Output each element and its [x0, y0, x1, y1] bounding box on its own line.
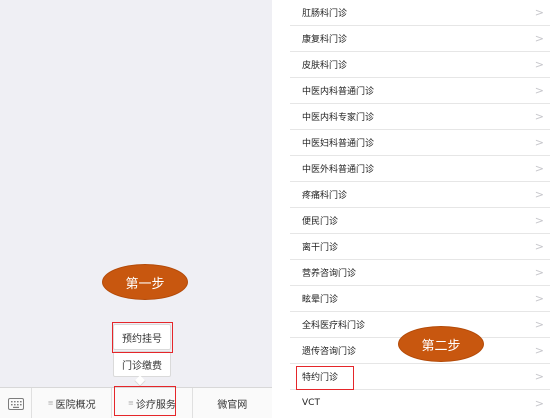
list-item[interactable]: 中医内科普通门诊 >	[290, 78, 550, 104]
chevron-right-icon: >	[534, 188, 544, 201]
chevron-right-icon: >	[534, 240, 544, 253]
chevron-right-icon: >	[534, 266, 544, 279]
callout-step-2: 第二步	[398, 326, 484, 362]
list-item-label: 中医内科专家门诊	[302, 113, 375, 123]
chevron-right-icon: >	[534, 318, 544, 331]
list-item[interactable]: 康复科门诊 >	[290, 26, 550, 52]
chevron-right-icon: >	[534, 162, 544, 175]
list-item-label: 康复科门诊	[302, 35, 348, 45]
menu-medical-services[interactable]: ≡ 诊疗服务	[112, 388, 193, 418]
chevron-right-icon: >	[534, 136, 544, 149]
wechat-account-panel: 预约挂号 门诊缴费 ≡ 医院概况 ≡ 诊疗服务 微官网	[0, 0, 272, 418]
list-item[interactable]: 中医妇科普通门诊 >	[290, 130, 550, 156]
screenshot-canvas: 预约挂号 门诊缴费 ≡ 医院概况 ≡ 诊疗服务 微官网 第一步 肛肠科门诊 > …	[0, 0, 550, 418]
list-item-label: 中医内科普通门诊	[302, 87, 375, 97]
list-item-label: 营养咨询门诊	[302, 269, 357, 279]
keyboard-icon[interactable]	[0, 388, 32, 418]
chevron-right-icon: >	[534, 292, 544, 305]
list-item[interactable]: 离干门诊 >	[290, 234, 550, 260]
list-item[interactable]: 中医外科普通门诊 >	[290, 156, 550, 182]
chevron-right-icon: >	[534, 84, 544, 97]
popup-item-appointment[interactable]: 预约挂号	[113, 324, 171, 350]
menu-micro-website-label: 微官网	[217, 399, 248, 411]
list-item[interactable]: 中医内科专家门诊 >	[290, 104, 550, 130]
list-item[interactable]: VCT >	[290, 390, 550, 416]
list-item-label: 疼痛科门诊	[302, 191, 348, 201]
chevron-right-icon: >	[534, 58, 544, 71]
menu-list-icon: ≡	[128, 399, 134, 407]
list-item-label: 离干门诊	[302, 243, 339, 253]
list-item-label: 中医妇科普通门诊	[302, 139, 375, 149]
chevron-right-icon: >	[534, 110, 544, 123]
list-item-label: 特约门诊	[302, 373, 339, 383]
chevron-right-icon: >	[534, 214, 544, 227]
menu-hospital-overview-label: 医院概况	[55, 399, 96, 411]
menu-medical-services-label: 诊疗服务	[135, 399, 176, 411]
list-item-label: 皮肤科门诊	[302, 61, 348, 71]
chevron-right-icon: >	[534, 396, 544, 410]
menu-list-icon: ≡	[47, 399, 54, 407]
list-item[interactable]: 眩晕门诊 >	[290, 286, 550, 312]
list-item[interactable]: 营养咨询门诊 >	[290, 260, 550, 286]
callout-step-1: 第一步	[102, 264, 188, 300]
list-item-label: 便民门诊	[302, 217, 339, 227]
list-item-label: VCT	[302, 398, 320, 408]
list-item-label: 全科医疗科门诊	[302, 321, 366, 331]
list-item-label: 眩晕门诊	[302, 295, 339, 305]
list-item[interactable]: 便民门诊 >	[290, 208, 550, 234]
list-item[interactable]: 皮肤科门诊 >	[290, 52, 550, 78]
popup-item-outpatient-payment[interactable]: 门诊缴费	[113, 351, 171, 377]
chevron-right-icon: >	[534, 370, 544, 383]
menu-hospital-overview[interactable]: ≡ 医院概况	[32, 388, 113, 418]
menu-micro-website[interactable]: 微官网	[193, 388, 272, 418]
list-item-label: 肛肠科门诊	[302, 9, 348, 19]
list-item-label: 中医外科普通门诊	[302, 165, 375, 175]
bottom-menu-bar: ≡ 医院概况 ≡ 诊疗服务 微官网	[0, 387, 272, 418]
list-item[interactable]: 肛肠科门诊 >	[290, 0, 550, 26]
list-item-label: 遗传咨询门诊	[302, 347, 357, 357]
chevron-right-icon: >	[534, 32, 544, 45]
chevron-right-icon: >	[534, 344, 544, 357]
list-item-special-clinic[interactable]: 特约门诊 >	[290, 364, 550, 390]
popup-pointer	[134, 375, 146, 387]
list-item[interactable]: 疼痛科门诊 >	[290, 182, 550, 208]
chevron-right-icon: >	[534, 6, 544, 19]
